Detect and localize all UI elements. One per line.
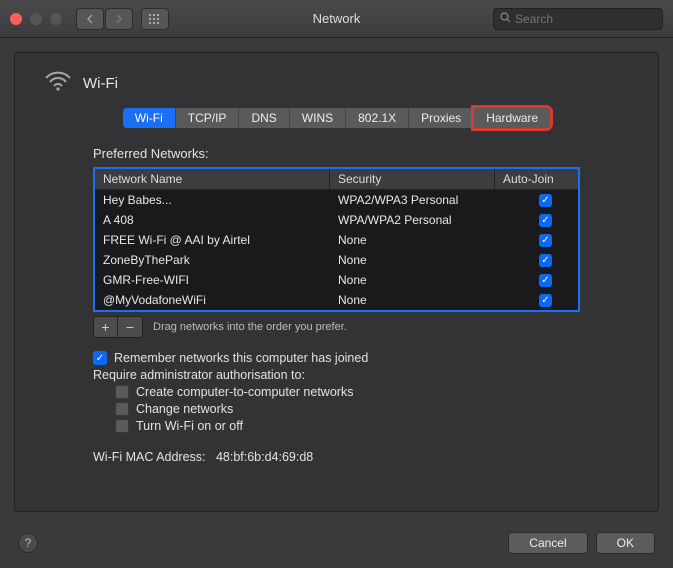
auto-join-checkbox[interactable]: ✓ xyxy=(539,254,552,267)
tab-tcpip[interactable]: TCP/IP xyxy=(176,108,240,128)
cell-security: None xyxy=(330,250,495,270)
admin-opt-label: Create computer-to-computer networks xyxy=(136,385,353,399)
zoom-window-icon xyxy=(50,13,62,25)
forward-button[interactable] xyxy=(105,8,133,30)
minimize-window-icon xyxy=(30,13,42,25)
table-body: Hey Babes...WPA2/WPA3 Personal✓A 408WPA/… xyxy=(95,190,578,310)
footer: ? Cancel OK xyxy=(0,526,673,568)
mac-address-row: Wi-Fi MAC Address: 48:bf:6b:d4:69:d8 xyxy=(93,450,638,464)
cell-name: ZoneByThePark xyxy=(95,250,330,270)
tab-wins[interactable]: WINS xyxy=(290,108,346,128)
cell-security: WPA/WPA2 Personal xyxy=(330,210,495,230)
add-network-button[interactable]: + xyxy=(94,317,118,337)
options: ✓ Remember networks this computer has jo… xyxy=(93,348,638,436)
remember-label: Remember networks this computer has join… xyxy=(114,351,368,365)
wifi-icon xyxy=(45,71,71,96)
help-button[interactable]: ? xyxy=(18,533,38,553)
admin-opt-label: Turn Wi-Fi on or off xyxy=(136,419,243,433)
table-row[interactable]: Hey Babes...WPA2/WPA3 Personal ✓ xyxy=(95,190,578,210)
traffic-lights xyxy=(10,13,62,25)
auto-join-checkbox[interactable]: ✓ xyxy=(539,214,552,227)
cell-auto: ✓ xyxy=(495,211,578,230)
nav-group xyxy=(76,8,133,30)
cell-auto: ✓ xyxy=(495,271,578,290)
tab-dns[interactable]: DNS xyxy=(239,108,289,128)
show-all-button[interactable] xyxy=(141,8,169,30)
auto-join-checkbox[interactable]: ✓ xyxy=(539,234,552,247)
table-row[interactable]: FREE Wi-Fi @ AAI by AirtelNone ✓ xyxy=(95,230,578,250)
table-header: Network Name Security Auto-Join xyxy=(95,169,578,190)
chevron-right-icon xyxy=(115,14,123,24)
settings-sheet: Wi-Fi Wi-Fi TCP/IP DNS WINS 802.1X Proxi… xyxy=(14,52,659,512)
remember-row: ✓ Remember networks this computer has jo… xyxy=(93,351,638,365)
tab-segment: Wi-Fi TCP/IP DNS WINS 802.1X Proxies Har… xyxy=(123,108,550,128)
admin-opt-row: Change networks xyxy=(115,402,638,416)
mac-value: 48:bf:6b:d4:69:d8 xyxy=(216,450,313,464)
drag-hint: Drag networks into the order you prefer. xyxy=(153,321,347,333)
cell-auto: ✓ xyxy=(495,231,578,250)
auto-join-checkbox[interactable]: ✓ xyxy=(539,194,552,207)
tab-proxies[interactable]: Proxies xyxy=(409,108,474,128)
auto-join-checkbox[interactable]: ✓ xyxy=(539,274,552,287)
admin-opt-row: Turn Wi-Fi on or off xyxy=(115,419,638,433)
remember-checkbox[interactable]: ✓ xyxy=(93,351,107,365)
search-input[interactable] xyxy=(515,12,656,26)
cancel-button[interactable]: Cancel xyxy=(508,532,587,554)
networks-table[interactable]: Network Name Security Auto-Join Hey Babe… xyxy=(93,167,580,312)
cell-name: Hey Babes... xyxy=(95,190,330,210)
search-field[interactable] xyxy=(493,8,663,30)
cell-security: None xyxy=(330,290,495,310)
titlebar: Network xyxy=(0,0,673,38)
table-row[interactable]: @MyVodafoneWiFiNone ✓ xyxy=(95,290,578,310)
table-row[interactable]: ZoneByTheParkNone ✓ xyxy=(95,250,578,270)
preferred-networks-label: Preferred Networks: xyxy=(93,146,638,161)
ok-button[interactable]: OK xyxy=(596,532,655,554)
network-window: Network Wi-Fi Wi-Fi TCP/IP DNS WINS 802.… xyxy=(0,0,673,568)
chevron-left-icon xyxy=(86,14,94,24)
cell-name: GMR-Free-WIFI xyxy=(95,270,330,290)
cell-security: WPA2/WPA3 Personal xyxy=(330,190,495,210)
admin-label: Require administrator authorisation to: xyxy=(93,368,305,382)
cell-auto: ✓ xyxy=(495,191,578,210)
cell-name: FREE Wi-Fi @ AAI by Airtel xyxy=(95,230,330,250)
admin-checkbox[interactable] xyxy=(115,419,129,433)
cell-name: A 408 xyxy=(95,210,330,230)
auto-join-checkbox[interactable]: ✓ xyxy=(539,294,552,307)
cell-name: @MyVodafoneWiFi xyxy=(95,290,330,310)
col-auto-join[interactable]: Auto-Join xyxy=(495,169,578,189)
close-window-icon[interactable] xyxy=(10,13,22,25)
back-button[interactable] xyxy=(76,8,104,30)
cell-auto: ✓ xyxy=(495,251,578,270)
add-remove-buttons: + − xyxy=(93,316,143,338)
remove-network-button[interactable]: − xyxy=(118,317,142,337)
cell-security: None xyxy=(330,230,495,250)
add-remove-bar: + − Drag networks into the order you pre… xyxy=(93,316,638,338)
col-network-name[interactable]: Network Name xyxy=(95,169,330,189)
grid-icon xyxy=(149,14,161,24)
cell-security: None xyxy=(330,270,495,290)
col-security[interactable]: Security xyxy=(330,169,495,189)
admin-label-row: Require administrator authorisation to: xyxy=(93,368,638,382)
admin-checkbox[interactable] xyxy=(115,385,129,399)
tab-hardware[interactable]: Hardware xyxy=(474,108,550,128)
tab-wifi[interactable]: Wi-Fi xyxy=(123,108,176,128)
admin-checkbox[interactable] xyxy=(115,402,129,416)
search-icon xyxy=(500,12,511,26)
admin-opt-row: Create computer-to-computer networks xyxy=(115,385,638,399)
table-row[interactable]: GMR-Free-WIFINone ✓ xyxy=(95,270,578,290)
cell-auto: ✓ xyxy=(495,291,578,310)
admin-opt-label: Change networks xyxy=(136,402,233,416)
table-row[interactable]: A 408WPA/WPA2 Personal ✓ xyxy=(95,210,578,230)
panel-title: Wi-Fi xyxy=(83,75,118,92)
tab-8021x[interactable]: 802.1X xyxy=(346,108,409,128)
mac-label: Wi-Fi MAC Address: xyxy=(93,450,206,464)
tab-bar: Wi-Fi TCP/IP DNS WINS 802.1X Proxies Har… xyxy=(35,108,638,128)
wifi-header: Wi-Fi xyxy=(45,71,638,96)
